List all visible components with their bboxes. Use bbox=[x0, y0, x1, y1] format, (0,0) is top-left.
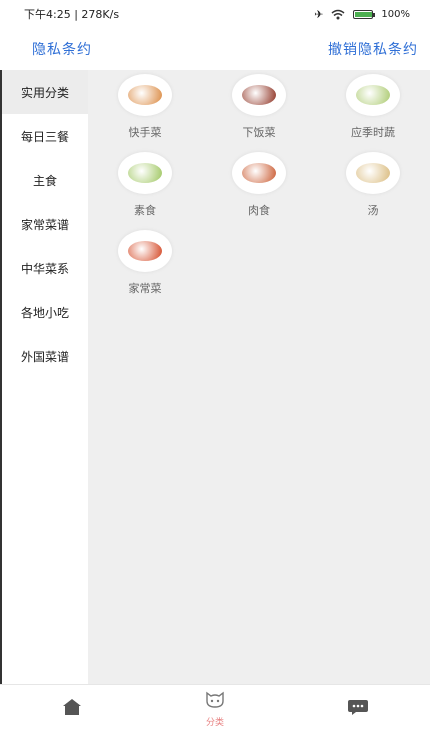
bottom-nav: 分类 bbox=[0, 684, 430, 732]
battery-icon bbox=[353, 9, 376, 19]
top-bar: 隐私条约 撤销隐私条约 bbox=[0, 28, 430, 70]
food-graphic bbox=[242, 85, 276, 105]
status-separator: | bbox=[74, 8, 78, 21]
status-left: 下午4:25 | 278K/s bbox=[24, 6, 119, 22]
status-time: 下午4:25 bbox=[24, 8, 71, 21]
sidebar-item[interactable]: 主食 bbox=[2, 158, 88, 202]
category-grid: 快手菜 下饭菜 应季时蔬素食 肉食 汤家常菜 bbox=[88, 70, 430, 308]
category-item[interactable]: 应季时蔬 bbox=[316, 74, 430, 152]
category-label: 素食 bbox=[134, 204, 156, 217]
battery-level bbox=[355, 11, 373, 17]
status-speed: 278K/s bbox=[81, 8, 120, 21]
sidebar-item[interactable]: 各地小吃 bbox=[2, 290, 88, 334]
sidebar-item-label: 外国菜谱 bbox=[20, 349, 69, 364]
sidebar-item[interactable]: 外国菜谱 bbox=[2, 334, 88, 378]
revoke-privacy-policy-link[interactable]: 撤销隐私条约 bbox=[328, 39, 418, 59]
privacy-policy-link[interactable]: 隐私条约 bbox=[32, 39, 92, 59]
category-icon bbox=[202, 689, 228, 713]
category-item[interactable]: 下饭菜 bbox=[202, 74, 316, 152]
nav-item[interactable] bbox=[32, 697, 112, 721]
status-bar: 下午4:25 | 278K/s ✈ 100% bbox=[0, 0, 430, 28]
sidebar-item[interactable]: 每日三餐 bbox=[2, 114, 88, 158]
sidebar-item-label: 家常菜谱 bbox=[20, 217, 69, 232]
nav-item[interactable]: 分类 bbox=[175, 689, 255, 728]
category-item[interactable]: 肉食 bbox=[202, 152, 316, 230]
sidebar-item-label: 实用分类 bbox=[20, 85, 69, 100]
food-graphic bbox=[128, 241, 162, 261]
nav-item[interactable] bbox=[318, 697, 398, 721]
category-label: 汤 bbox=[367, 204, 379, 217]
category-item[interactable]: 素食 bbox=[88, 152, 202, 230]
dish-meat-icon bbox=[232, 152, 286, 194]
dish-home-style-icon bbox=[118, 230, 172, 272]
category-label: 肉食 bbox=[248, 204, 270, 217]
home-icon bbox=[61, 697, 83, 721]
category-item[interactable]: 快手菜 bbox=[88, 74, 202, 152]
food-graphic bbox=[356, 85, 390, 105]
food-graphic bbox=[242, 163, 276, 183]
category-label: 下饭菜 bbox=[242, 126, 276, 139]
sidebar-item[interactable]: 家常菜谱 bbox=[2, 202, 88, 246]
nav-label: 分类 bbox=[205, 718, 224, 728]
dish-seasonal-veg-icon bbox=[346, 74, 400, 116]
category-label: 快手菜 bbox=[128, 126, 162, 139]
sidebar-item[interactable]: 中华菜系 bbox=[2, 246, 88, 290]
sidebar-item-label: 主食 bbox=[32, 173, 57, 188]
dish-rice-companion-icon bbox=[232, 74, 286, 116]
sidebar-item-label: 各地小吃 bbox=[20, 305, 69, 320]
sidebar-item-label: 每日三餐 bbox=[20, 129, 69, 144]
category-item[interactable]: 家常菜 bbox=[88, 230, 202, 308]
battery-text: 100% bbox=[381, 8, 410, 20]
status-right: ✈ 100% bbox=[314, 8, 410, 21]
category-label: 家常菜 bbox=[128, 282, 162, 295]
food-graphic bbox=[128, 163, 162, 183]
category-item[interactable]: 汤 bbox=[316, 152, 430, 230]
wifi-icon bbox=[331, 9, 345, 19]
chat-icon bbox=[346, 697, 370, 721]
food-graphic bbox=[356, 163, 390, 183]
sidebar-item[interactable]: 实用分类 bbox=[2, 70, 88, 114]
category-sidebar: 实用分类每日三餐主食家常菜谱中华菜系各地小吃外国菜谱 bbox=[0, 70, 88, 684]
sidebar-item-label: 中华菜系 bbox=[20, 261, 69, 276]
category-label: 应季时蔬 bbox=[351, 126, 395, 139]
food-graphic bbox=[128, 85, 162, 105]
dish-quick-icon bbox=[118, 74, 172, 116]
dish-vegetarian-icon bbox=[118, 152, 172, 194]
airplane-icon: ✈ bbox=[314, 7, 324, 21]
category-content: 快手菜 下饭菜 应季时蔬素食 肉食 汤家常菜 bbox=[88, 70, 430, 684]
dish-soup-icon bbox=[346, 152, 400, 194]
